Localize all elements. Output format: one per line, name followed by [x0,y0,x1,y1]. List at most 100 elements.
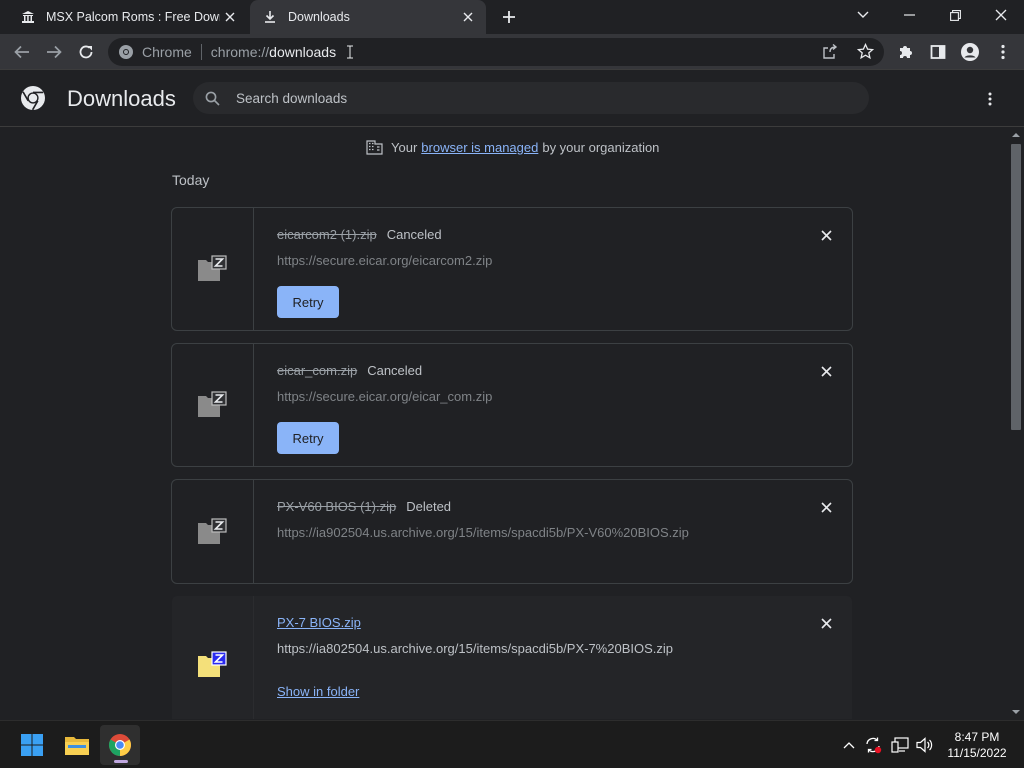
zip-file-icon [197,391,227,417]
page-title: Downloads [67,86,176,111]
reload-button[interactable] [73,39,99,65]
close-icon [820,501,832,513]
tab-title: MSX Palcom Roms : Free Downlo [46,10,220,24]
download-item: eicarcom2 (1).zip Canceled https://secure… [171,207,853,331]
sync-icon [866,737,882,754]
chrome-taskbar-button[interactable] [100,725,140,765]
zip-file-icon [197,255,227,281]
minimize-button[interactable] [887,0,931,30]
network-tray-icon[interactable] [890,735,910,755]
download-status: Canceled [367,363,423,378]
chrome-icon [109,734,131,756]
file-url: https://secure.eicar.org/eicarcom2.zip [277,253,493,268]
file-explorer-button[interactable] [57,725,97,765]
site-chip: Chrome [142,44,192,60]
side-panel-icon [930,45,946,59]
text-cursor-icon [346,45,354,59]
file-icon-column [172,208,254,330]
tab-downloads[interactable]: Downloads [250,0,486,34]
search-input[interactable] [236,90,836,106]
downloads-list: Your browser is managed by your organiza… [0,128,1008,719]
tab-search-button[interactable] [841,0,885,30]
tray-overflow-button[interactable] [839,735,859,755]
vertical-scrollbar[interactable] [1008,128,1024,719]
chevron-down-icon [857,11,869,18]
more-vert-icon [988,92,992,106]
minimize-icon [903,14,915,16]
close-icon [820,365,832,377]
restore-icon [949,9,961,21]
restore-button[interactable] [933,0,977,30]
folder-icon [65,737,89,755]
file-icon-column [172,596,254,719]
remove-item-button[interactable] [817,614,835,632]
sync-tray-icon[interactable] [863,735,883,755]
start-button[interactable] [12,725,52,765]
download-item: PX-7 BIOS.zip https://ia802504.us.archiv… [171,595,853,719]
taskbar-clock[interactable]: 8:47 PM 11/15/2022 [940,729,1014,761]
reload-icon [79,45,93,59]
file-name: PX-V60 BIOS (1).zip Deleted [277,499,452,514]
scrollbar-thumb[interactable] [1011,144,1021,430]
share-icon[interactable] [822,44,838,60]
plus-icon [503,11,515,23]
search-icon [205,91,220,106]
scroll-up-icon [1012,133,1020,137]
extensions-button[interactable] [893,39,919,65]
remove-item-button[interactable] [817,362,835,380]
download-item: eicar_com.zip Canceled https://secure.eic… [171,343,853,467]
managed-suffix: by your organization [542,140,660,155]
download-item: PX-V60 BIOS (1).zip Deleted https://ia902… [171,479,853,584]
windows-logo-icon [21,734,43,756]
file-url: https://ia802504.us.archive.org/15/items… [277,641,673,656]
remove-item-button[interactable] [817,226,835,244]
scroll-down-icon [1012,710,1020,714]
windows-taskbar: 8:47 PM 11/15/2022 [0,720,1024,768]
remove-item-button[interactable] [817,498,835,516]
chrome-logo-icon [20,85,46,111]
building-icon [366,140,383,155]
bookmark-star-icon[interactable] [857,43,874,60]
clock-date: 11/15/2022 [947,746,1007,760]
zip-file-icon [197,517,227,544]
download-icon [262,9,278,25]
side-panel-button[interactable] [925,39,951,65]
show-in-folder-link[interactable]: Show in folder [277,684,359,699]
network-icon [891,737,909,753]
more-vert-icon [1001,44,1005,60]
clock-time: 8:47 PM [954,730,1000,744]
close-tab-icon[interactable] [458,7,478,27]
downloads-menu-button[interactable] [980,89,1000,109]
zip-folder-icon [197,651,227,677]
address-separator [200,44,202,60]
section-heading-today: Today [172,172,210,188]
chrome-menu-button[interactable] [990,39,1016,65]
address-bar[interactable]: Chrome chrome://downloads [108,38,884,66]
file-name-link[interactable]: PX-7 BIOS.zip [277,615,361,630]
close-icon [820,617,832,629]
puzzle-icon [900,46,912,58]
profile-button[interactable] [957,39,983,65]
close-window-button[interactable] [979,0,1023,30]
tab-msx-palcom[interactable]: MSX Palcom Roms : Free Downlo [8,0,248,34]
file-name: eicarcom2 (1).zip Canceled [277,227,442,242]
search-box[interactable] [193,82,869,114]
active-app-indicator [114,760,128,763]
retry-button[interactable]: Retry [277,422,339,454]
retry-button[interactable]: Retry [277,286,339,318]
browser-toolbar: Chrome chrome://downloads [0,34,1024,70]
url-text: chrome://downloads [210,44,337,60]
managed-link[interactable]: browser is managed [421,140,538,155]
back-button[interactable] [9,39,35,65]
close-tab-icon[interactable] [220,7,240,27]
tab-strip: MSX Palcom Roms : Free Downlo Downloads [0,0,1024,34]
volume-tray-icon[interactable] [915,735,935,755]
download-status: Canceled [386,227,442,242]
forward-button[interactable] [41,39,67,65]
new-tab-button[interactable] [498,6,520,28]
arrow-right-icon [47,45,62,59]
managed-prefix: Your [391,140,418,155]
file-url: https://ia902504.us.archive.org/15/items… [277,525,689,540]
chrome-page-icon [118,44,134,60]
speaker-icon [916,737,933,753]
